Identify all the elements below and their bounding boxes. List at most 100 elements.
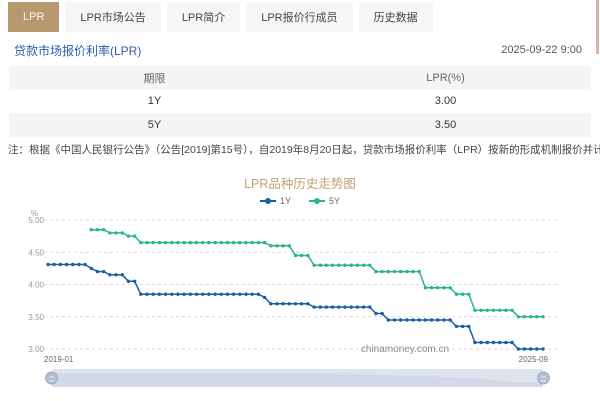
chart-point	[250, 240, 254, 244]
chart-point	[355, 304, 360, 309]
chart-point	[89, 266, 94, 270]
chart-point	[132, 279, 137, 283]
chart-point	[256, 292, 261, 296]
chart-point	[436, 285, 440, 289]
chart-point	[479, 340, 483, 344]
chart-point	[491, 340, 496, 344]
chart-point	[399, 269, 403, 273]
tab-bar: LPR LPR市场公告 LPR简介 LPR报价行成员 历史数据	[0, 0, 600, 32]
chart-point	[120, 230, 125, 235]
chart-point	[318, 304, 322, 309]
data-zoom-slider[interactable]	[45, 368, 550, 387]
chart-point	[262, 240, 267, 244]
chart-point	[528, 314, 533, 318]
chart-point	[201, 240, 205, 244]
tab-lpr[interactable]: LPR	[8, 2, 60, 32]
chart-point	[504, 308, 508, 312]
y-tick-label: 3.00	[28, 345, 44, 354]
slider-right-handle-icon[interactable]	[537, 371, 550, 384]
tab-lpr-introduction[interactable]: LPR简介	[166, 2, 241, 32]
chart-point	[318, 263, 322, 267]
chart-point	[95, 269, 100, 273]
lpr-history-chart[interactable]: 3.003.504.004.505.00%2019-01 2025-09china…	[0, 207, 600, 367]
chart-point	[423, 285, 428, 289]
chart-point	[411, 269, 415, 273]
chart-point	[460, 324, 465, 328]
chart-point	[467, 292, 471, 296]
chart-point	[194, 240, 199, 244]
chart-point	[411, 317, 415, 322]
chart-point	[139, 292, 143, 296]
chart-point	[522, 346, 527, 351]
column-header-rate: LPR(%)	[426, 71, 465, 84]
chart-point	[374, 311, 378, 315]
chart-point	[132, 233, 137, 238]
slider-left-handle-icon[interactable]	[45, 371, 58, 384]
chart-point	[436, 317, 440, 322]
header-row: 贷款市场报价利率(LPR) 2025-09-22 9:00	[14, 40, 582, 60]
chart-point	[516, 346, 520, 351]
legend-item-5y[interactable]: 5Y	[309, 196, 340, 206]
chart-point	[207, 240, 211, 244]
publish-timestamp: 2025-09-22 9:00	[501, 44, 582, 56]
chart-point	[139, 240, 143, 244]
chart-point	[188, 240, 192, 244]
tab-lpr-market-announcements[interactable]: LPR市场公告	[65, 2, 161, 32]
chart-point	[157, 292, 162, 296]
chart-point	[306, 301, 310, 305]
tab-history-data[interactable]: 历史数据	[358, 2, 433, 32]
chart-point	[176, 292, 180, 296]
chart-point	[522, 314, 527, 318]
column-header-term: 期限	[143, 72, 166, 85]
chart-point	[417, 317, 421, 322]
lpr-rate-table: 期限 LPR(%) 1Y 3.00 5Y 3.50	[9, 66, 591, 137]
table-row: 5Y 3.50	[9, 113, 591, 137]
scrollbar-thumb[interactable]	[596, 0, 599, 54]
chart-point	[262, 295, 267, 299]
chart-point	[460, 292, 465, 296]
chart-point	[176, 240, 180, 244]
chart-point	[330, 263, 335, 267]
chart-point	[108, 230, 112, 235]
chart-point	[114, 230, 118, 235]
chart-point	[324, 304, 329, 309]
chart-point	[306, 253, 310, 257]
chart-point	[275, 301, 279, 305]
chart-point	[405, 317, 409, 322]
chart-title: LPR品种历史走势图	[244, 176, 356, 191]
legend-item-1y[interactable]: 1Y	[259, 196, 291, 206]
chart-point	[392, 269, 397, 273]
chart-point	[535, 346, 539, 351]
chart-point	[126, 279, 131, 283]
term-cell: 5Y	[147, 118, 162, 131]
chart-point	[380, 269, 384, 273]
chart-point	[58, 262, 63, 266]
chart-point	[182, 292, 186, 296]
page-title: 贷款市场报价利率(LPR)	[14, 43, 142, 58]
chart-point	[541, 346, 545, 351]
chart-point	[355, 263, 360, 267]
watermark-text: chinamoney.com.cn	[361, 344, 449, 355]
chart-point	[201, 292, 205, 296]
chart-point	[361, 304, 366, 309]
tab-lpr-panel-members[interactable]: LPR报价行成员	[246, 2, 353, 32]
chart-point	[300, 253, 304, 257]
chart-point	[368, 263, 372, 267]
chart-point	[213, 292, 217, 296]
chart-point	[194, 292, 199, 296]
chart-point	[238, 292, 242, 296]
chart-point	[77, 262, 81, 266]
note-text: 注：根据《中国人民银行公告》（公告[2019]第15号），自2019年8月20日…	[8, 143, 600, 156]
chart-point	[269, 301, 273, 305]
chart-point	[337, 263, 341, 267]
chart-point	[102, 269, 106, 273]
chart-point	[454, 292, 459, 296]
chart-point	[442, 285, 446, 289]
chart-point	[151, 240, 155, 244]
x-tick-label-start: 2019-01	[44, 355, 74, 364]
chart-point	[528, 346, 533, 351]
chart-point	[312, 263, 316, 267]
chart-point	[293, 253, 298, 257]
chart-point	[269, 243, 273, 247]
chart-point	[510, 308, 514, 312]
